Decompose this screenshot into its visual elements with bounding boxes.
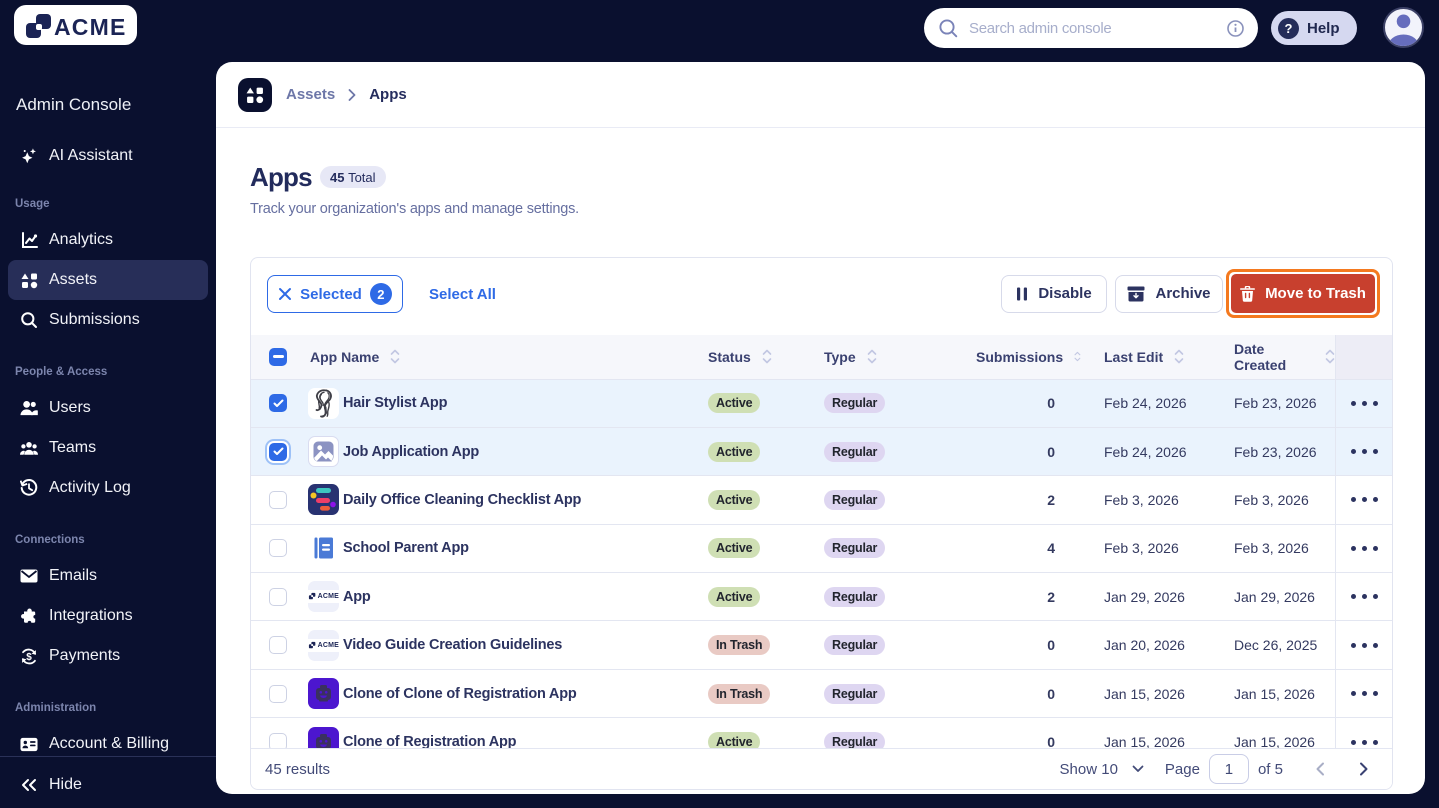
svg-text:$: $ [26, 652, 32, 663]
